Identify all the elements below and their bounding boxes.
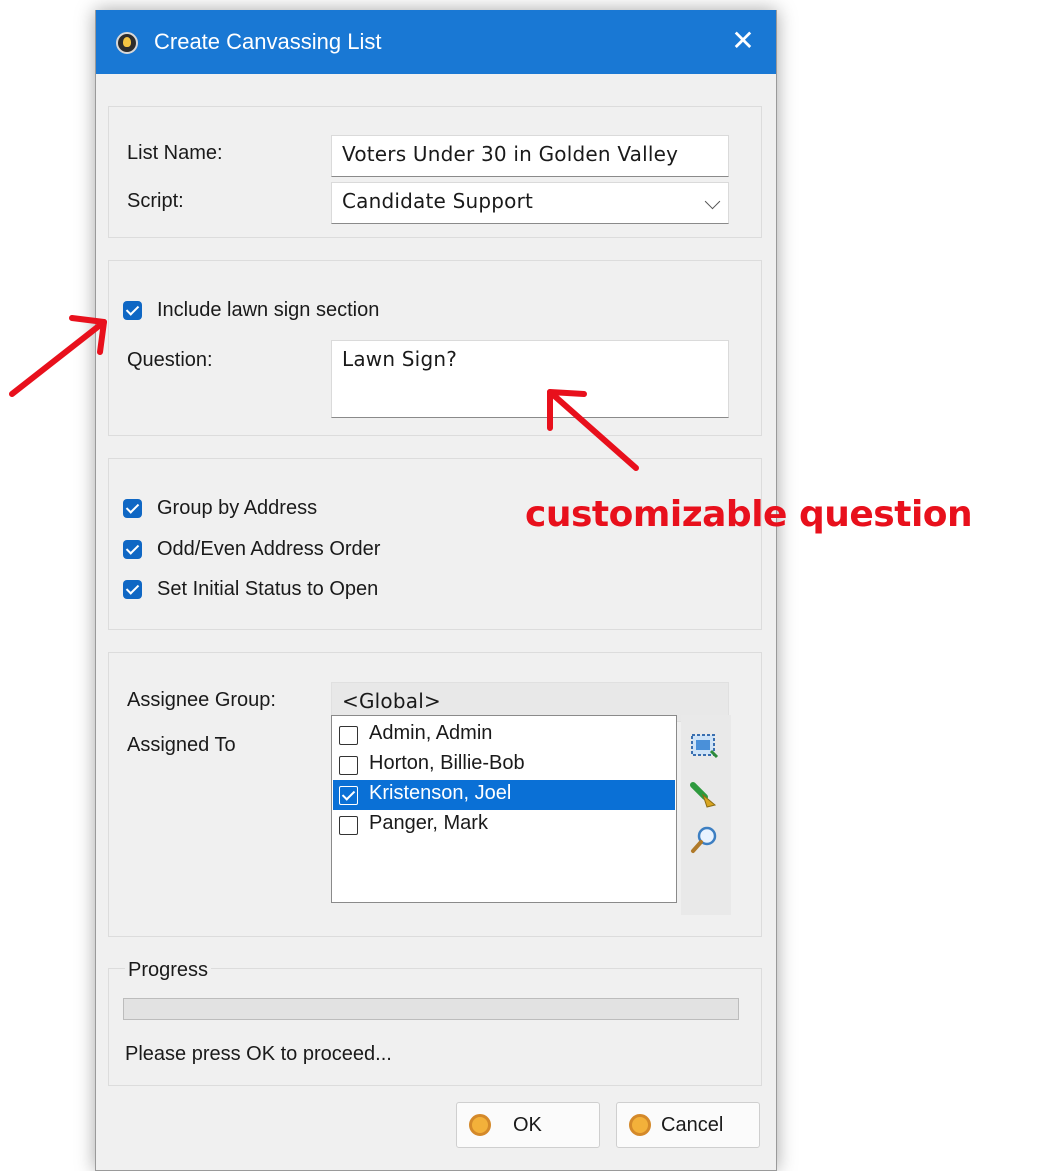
- list-item[interactable]: Horton, Billie-Bob: [333, 750, 675, 780]
- script-label: Script:: [127, 190, 184, 212]
- cancel-label: Cancel: [661, 1114, 724, 1136]
- script-select[interactable]: Candidate Support: [331, 182, 729, 224]
- group-by-address-label: Group by Address: [157, 497, 318, 519]
- clear-brush-icon[interactable]: [689, 779, 719, 809]
- assignee-name: Panger, Mark: [369, 812, 488, 834]
- search-icon[interactable]: [689, 825, 719, 855]
- set-initial-status-label: Set Initial Status to Open: [157, 578, 379, 600]
- assignee-checkbox[interactable]: [339, 726, 358, 745]
- list-item[interactable]: Panger, Mark: [333, 810, 675, 840]
- assignee-name: Kristenson, Joel: [369, 782, 512, 804]
- annotation-label: customizable question: [525, 494, 973, 535]
- ok-icon: [469, 1114, 491, 1136]
- list-name-label: List Name:: [127, 142, 223, 164]
- list-item[interactable]: Kristenson, Joel: [333, 780, 675, 810]
- ok-label: OK: [513, 1114, 542, 1136]
- assignee-list[interactable]: Admin, Admin Horton, Billie-Bob Kristens…: [331, 715, 677, 903]
- assignee-checkbox[interactable]: [339, 786, 358, 805]
- assignee-group-label: Assignee Group:: [127, 689, 276, 711]
- cancel-icon: [629, 1114, 651, 1136]
- cancel-button[interactable]: Cancel: [616, 1102, 760, 1148]
- assignee-tools: [681, 715, 731, 915]
- odd-even-order-label: Odd/Even Address Order: [157, 538, 381, 560]
- arrow-to-checkbox: [9, 315, 107, 397]
- question-label: Question:: [127, 349, 213, 371]
- list-item[interactable]: Admin, Admin: [333, 720, 675, 750]
- create-canvassing-list-dialog: Create Canvassing List ✕ List Name: Vote…: [95, 10, 777, 1171]
- progress-group: [108, 968, 762, 1086]
- assignee-checkbox[interactable]: [339, 816, 358, 835]
- close-button[interactable]: ✕: [724, 24, 762, 58]
- progress-status-text: Please press OK to proceed...: [125, 1043, 392, 1065]
- include-lawn-sign-checkbox[interactable]: [123, 301, 142, 320]
- chevron-down-icon: [704, 193, 721, 210]
- assignee-checkbox[interactable]: [339, 756, 358, 775]
- title-bar[interactable]: Create Canvassing List ✕: [96, 10, 776, 74]
- assignee-name: Admin, Admin: [369, 722, 493, 744]
- include-lawn-sign-label: Include lawn sign section: [157, 299, 380, 321]
- ok-button[interactable]: OK: [456, 1102, 600, 1148]
- select-all-icon[interactable]: [689, 731, 719, 761]
- set-initial-status-checkbox[interactable]: [123, 580, 142, 599]
- progress-bar: [123, 998, 739, 1020]
- assignee-name: Horton, Billie-Bob: [369, 752, 525, 774]
- script-selected-value: Candidate Support: [342, 189, 534, 213]
- window-title: Create Canvassing List: [154, 29, 382, 54]
- app-icon: [116, 32, 138, 54]
- odd-even-order-checkbox[interactable]: [123, 540, 142, 559]
- assigned-to-label: Assigned To: [127, 734, 236, 756]
- list-name-input[interactable]: Voters Under 30 in Golden Valley: [331, 135, 729, 177]
- group-by-address-checkbox[interactable]: [123, 499, 142, 518]
- progress-title: Progress: [125, 959, 212, 982]
- question-input[interactable]: Lawn Sign?: [331, 340, 729, 418]
